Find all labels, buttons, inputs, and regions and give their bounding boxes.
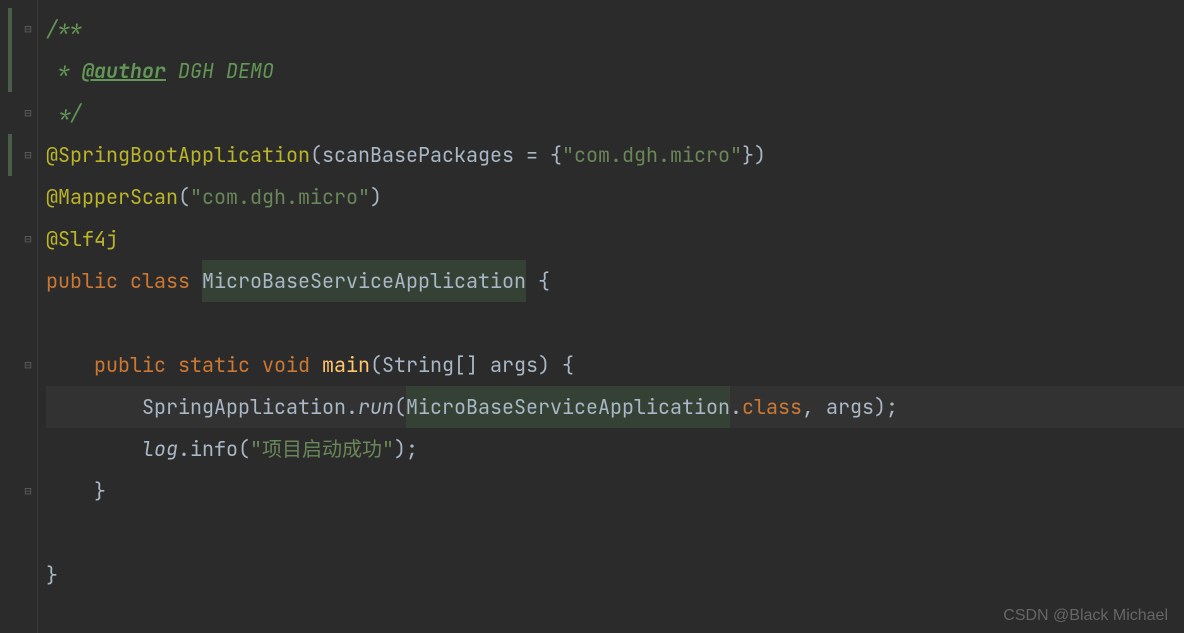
brace: } [94,470,106,512]
code-line[interactable]: } [46,554,1184,596]
method-name: main [322,344,370,386]
string: "项目启动成功" [250,428,394,470]
params: (String[] args) { [370,344,574,386]
annotation: @MapperScan [46,176,178,218]
string: "com.dgh.micro" [562,134,742,176]
fold-icon[interactable]: ⊟ [21,484,35,498]
code-line[interactable]: } [46,470,1184,512]
code-line[interactable]: /** [46,8,1184,50]
comma: , [802,386,826,428]
fold-icon[interactable]: ⊟ [21,22,35,36]
code-line-empty[interactable] [46,512,1184,554]
code-line-empty[interactable] [46,302,1184,344]
doc-tag: @author [82,50,166,92]
keyword: void [262,344,322,386]
fold-icon[interactable]: ⊟ [21,232,35,246]
brace: } [46,554,58,596]
fold-icon[interactable]: ⊟ [21,148,35,162]
keyword: public [94,344,178,386]
code-line[interactable]: log.info("项目启动成功"); [46,428,1184,470]
code-area[interactable]: /** * @author DGH DEMO */ @SpringBootApp… [38,0,1184,633]
dot: . [178,428,190,470]
keyword: class [130,260,202,302]
code-line[interactable]: */ [46,92,1184,134]
paren: ( [394,386,406,428]
punct: ) [370,176,382,218]
keyword: class [742,386,802,428]
code-editor[interactable]: ⊟ ⊟ ⊟ ⊟ ⊟ ⊟ /** * @author DGH DEMO */ @S… [0,0,1184,633]
doc-comment: */ [46,92,82,134]
fold-icon[interactable]: ⊟ [21,106,35,120]
keyword: static [178,344,262,386]
indent [46,386,142,428]
code-line[interactable]: SpringApplication.run(MicroBaseServiceAp… [46,386,1184,428]
dot: . [346,386,358,428]
method-call: info [190,428,238,470]
punct: ( [178,176,190,218]
annotation: @SpringBootApplication [46,134,310,176]
punct: ( [310,134,322,176]
code-line[interactable]: @SpringBootApplication(scanBasePackages … [46,134,1184,176]
punct: }) [742,134,766,176]
param: scanBasePackages = { [322,134,562,176]
class-ref: SpringApplication [142,386,346,428]
code-line[interactable]: public static void main(String[] args) { [46,344,1184,386]
code-line[interactable]: * @author DGH DEMO [46,50,1184,92]
doc-comment: /** [46,8,82,50]
log-ref: log [142,428,178,470]
close: ); [874,386,898,428]
class-ref: MicroBaseServiceApplication [406,386,730,428]
gutter-change-marker [8,8,12,50]
doc-comment: DGH DEMO [166,50,274,92]
brace: { [526,260,550,302]
code-line[interactable]: public class MicroBaseServiceApplication… [46,260,1184,302]
gutter: ⊟ ⊟ ⊟ ⊟ ⊟ ⊟ [0,0,38,633]
method-call: run [358,386,394,428]
close: ); [394,428,418,470]
dot: . [730,386,742,428]
string: "com.dgh.micro" [190,176,370,218]
annotation: @Slf4j [46,218,118,260]
class-name: MicroBaseServiceApplication [202,260,526,302]
keyword: public [46,260,130,302]
arg: args [826,386,874,428]
gutter-change-marker [8,134,12,176]
code-line[interactable]: @Slf4j [46,218,1184,260]
fold-icon[interactable]: ⊟ [21,358,35,372]
doc-comment: * [46,50,82,92]
indent [46,470,94,512]
watermark: CSDN @Black Michael [1003,607,1168,625]
indent [46,428,142,470]
code-line[interactable]: @MapperScan("com.dgh.micro") [46,176,1184,218]
gutter-change-marker [8,50,12,92]
paren: ( [238,428,250,470]
indent [46,344,94,386]
